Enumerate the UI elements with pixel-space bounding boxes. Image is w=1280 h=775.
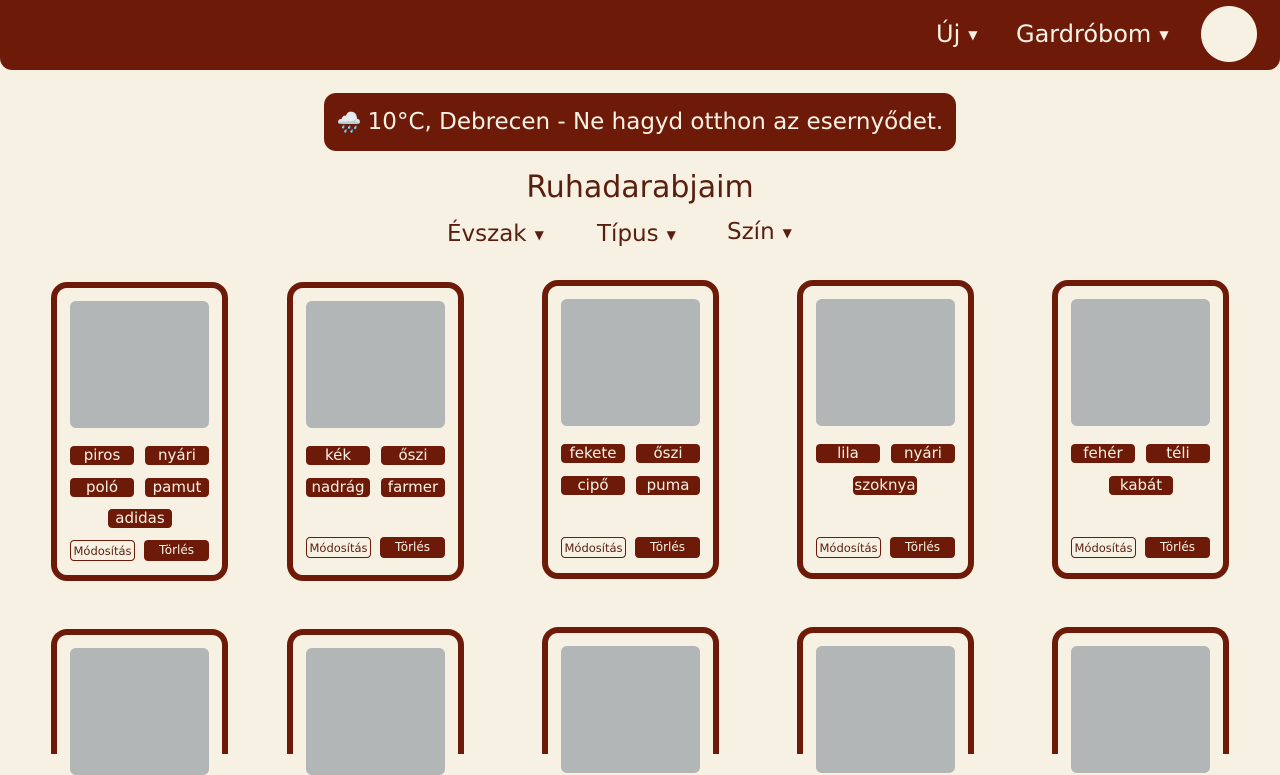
clothing-image xyxy=(70,648,209,775)
clothing-image xyxy=(561,299,700,426)
edit-button[interactable]: Módosítás xyxy=(561,537,626,558)
tag: pamut xyxy=(145,478,209,497)
delete-button[interactable]: Törlés xyxy=(890,537,955,558)
clothing-image xyxy=(70,301,209,428)
edit-button[interactable]: Módosítás xyxy=(816,537,881,558)
type-filter-label: Típus xyxy=(597,221,659,247)
clothing-card xyxy=(1052,627,1229,773)
chevron-down-icon: ▼ xyxy=(666,227,676,242)
chevron-down-icon: ▼ xyxy=(534,227,544,242)
tag: őszi xyxy=(381,446,445,465)
tag: kék xyxy=(306,446,370,465)
clothing-card: fekete őszi cipő puma Módosítás Törlés xyxy=(542,280,719,579)
color-filter[interactable]: Szín ▼ xyxy=(727,219,792,245)
top-navbar: Új ▼ Gardróbom ▼ xyxy=(0,0,1280,70)
delete-button[interactable]: Törlés xyxy=(380,537,445,558)
chevron-down-icon: ▼ xyxy=(1159,28,1169,42)
season-filter[interactable]: Évszak ▼ xyxy=(447,221,544,247)
weather-text: 10°C, Debrecen - Ne hagyd otthon az eser… xyxy=(367,109,944,135)
tag: fekete xyxy=(561,444,625,463)
tag: farmer xyxy=(381,478,445,497)
tag: téli xyxy=(1146,444,1210,463)
tag: lila xyxy=(816,444,880,463)
wardrobe-menu-label: Gardróbom xyxy=(1016,20,1152,48)
type-filter[interactable]: Típus ▼ xyxy=(597,221,676,247)
season-filter-label: Évszak xyxy=(447,221,527,247)
new-menu[interactable]: Új ▼ xyxy=(936,20,977,48)
chevron-down-icon: ▼ xyxy=(782,225,792,240)
clothing-image xyxy=(306,648,445,775)
clothing-card: kék őszi nadrág farmer Módosítás Törlés xyxy=(287,282,464,581)
clothing-image xyxy=(1071,299,1210,426)
tag: szoknya xyxy=(853,476,917,495)
clothing-card xyxy=(797,627,974,773)
tag: piros xyxy=(70,446,134,465)
new-menu-label: Új xyxy=(936,20,961,48)
wardrobe-menu[interactable]: Gardróbom ▼ xyxy=(1016,20,1169,48)
clothing-card xyxy=(287,629,464,775)
edit-button[interactable]: Módosítás xyxy=(1071,537,1136,558)
tag: adidas xyxy=(108,509,172,528)
delete-button[interactable]: Törlés xyxy=(1145,537,1210,558)
tag: fehér xyxy=(1071,444,1135,463)
color-filter-label: Szín xyxy=(727,219,775,245)
clothing-image xyxy=(816,299,955,426)
tag: nadrág xyxy=(306,478,370,497)
clothing-card: lila nyári szoknya Módosítás Törlés xyxy=(797,280,974,579)
clothing-image xyxy=(306,301,445,428)
delete-button[interactable]: Törlés xyxy=(635,537,700,558)
clothing-card: fehér téli kabát Módosítás Törlés xyxy=(1052,280,1229,579)
rain-cloud-icon: 🌧️ xyxy=(336,110,362,134)
clothing-card xyxy=(51,629,228,775)
tag: poló xyxy=(70,478,134,497)
page-title: Ruhadarabjaim xyxy=(526,170,754,205)
chevron-down-icon: ▼ xyxy=(968,28,978,42)
delete-button[interactable]: Törlés xyxy=(144,540,209,561)
clothing-card xyxy=(542,627,719,773)
weather-banner: 🌧️ 10°C, Debrecen - Ne hagyd otthon az e… xyxy=(324,93,956,151)
clothing-card: piros nyári poló pamut adidas Módosítás … xyxy=(51,282,228,581)
tag: cipő xyxy=(561,476,625,495)
tag: kabát xyxy=(1109,476,1173,495)
tag: nyári xyxy=(145,446,209,465)
edit-button[interactable]: Módosítás xyxy=(70,540,135,561)
avatar[interactable] xyxy=(1201,6,1257,62)
tag: puma xyxy=(636,476,700,495)
tag: nyári xyxy=(891,444,955,463)
edit-button[interactable]: Módosítás xyxy=(306,537,371,558)
tag: őszi xyxy=(636,444,700,463)
